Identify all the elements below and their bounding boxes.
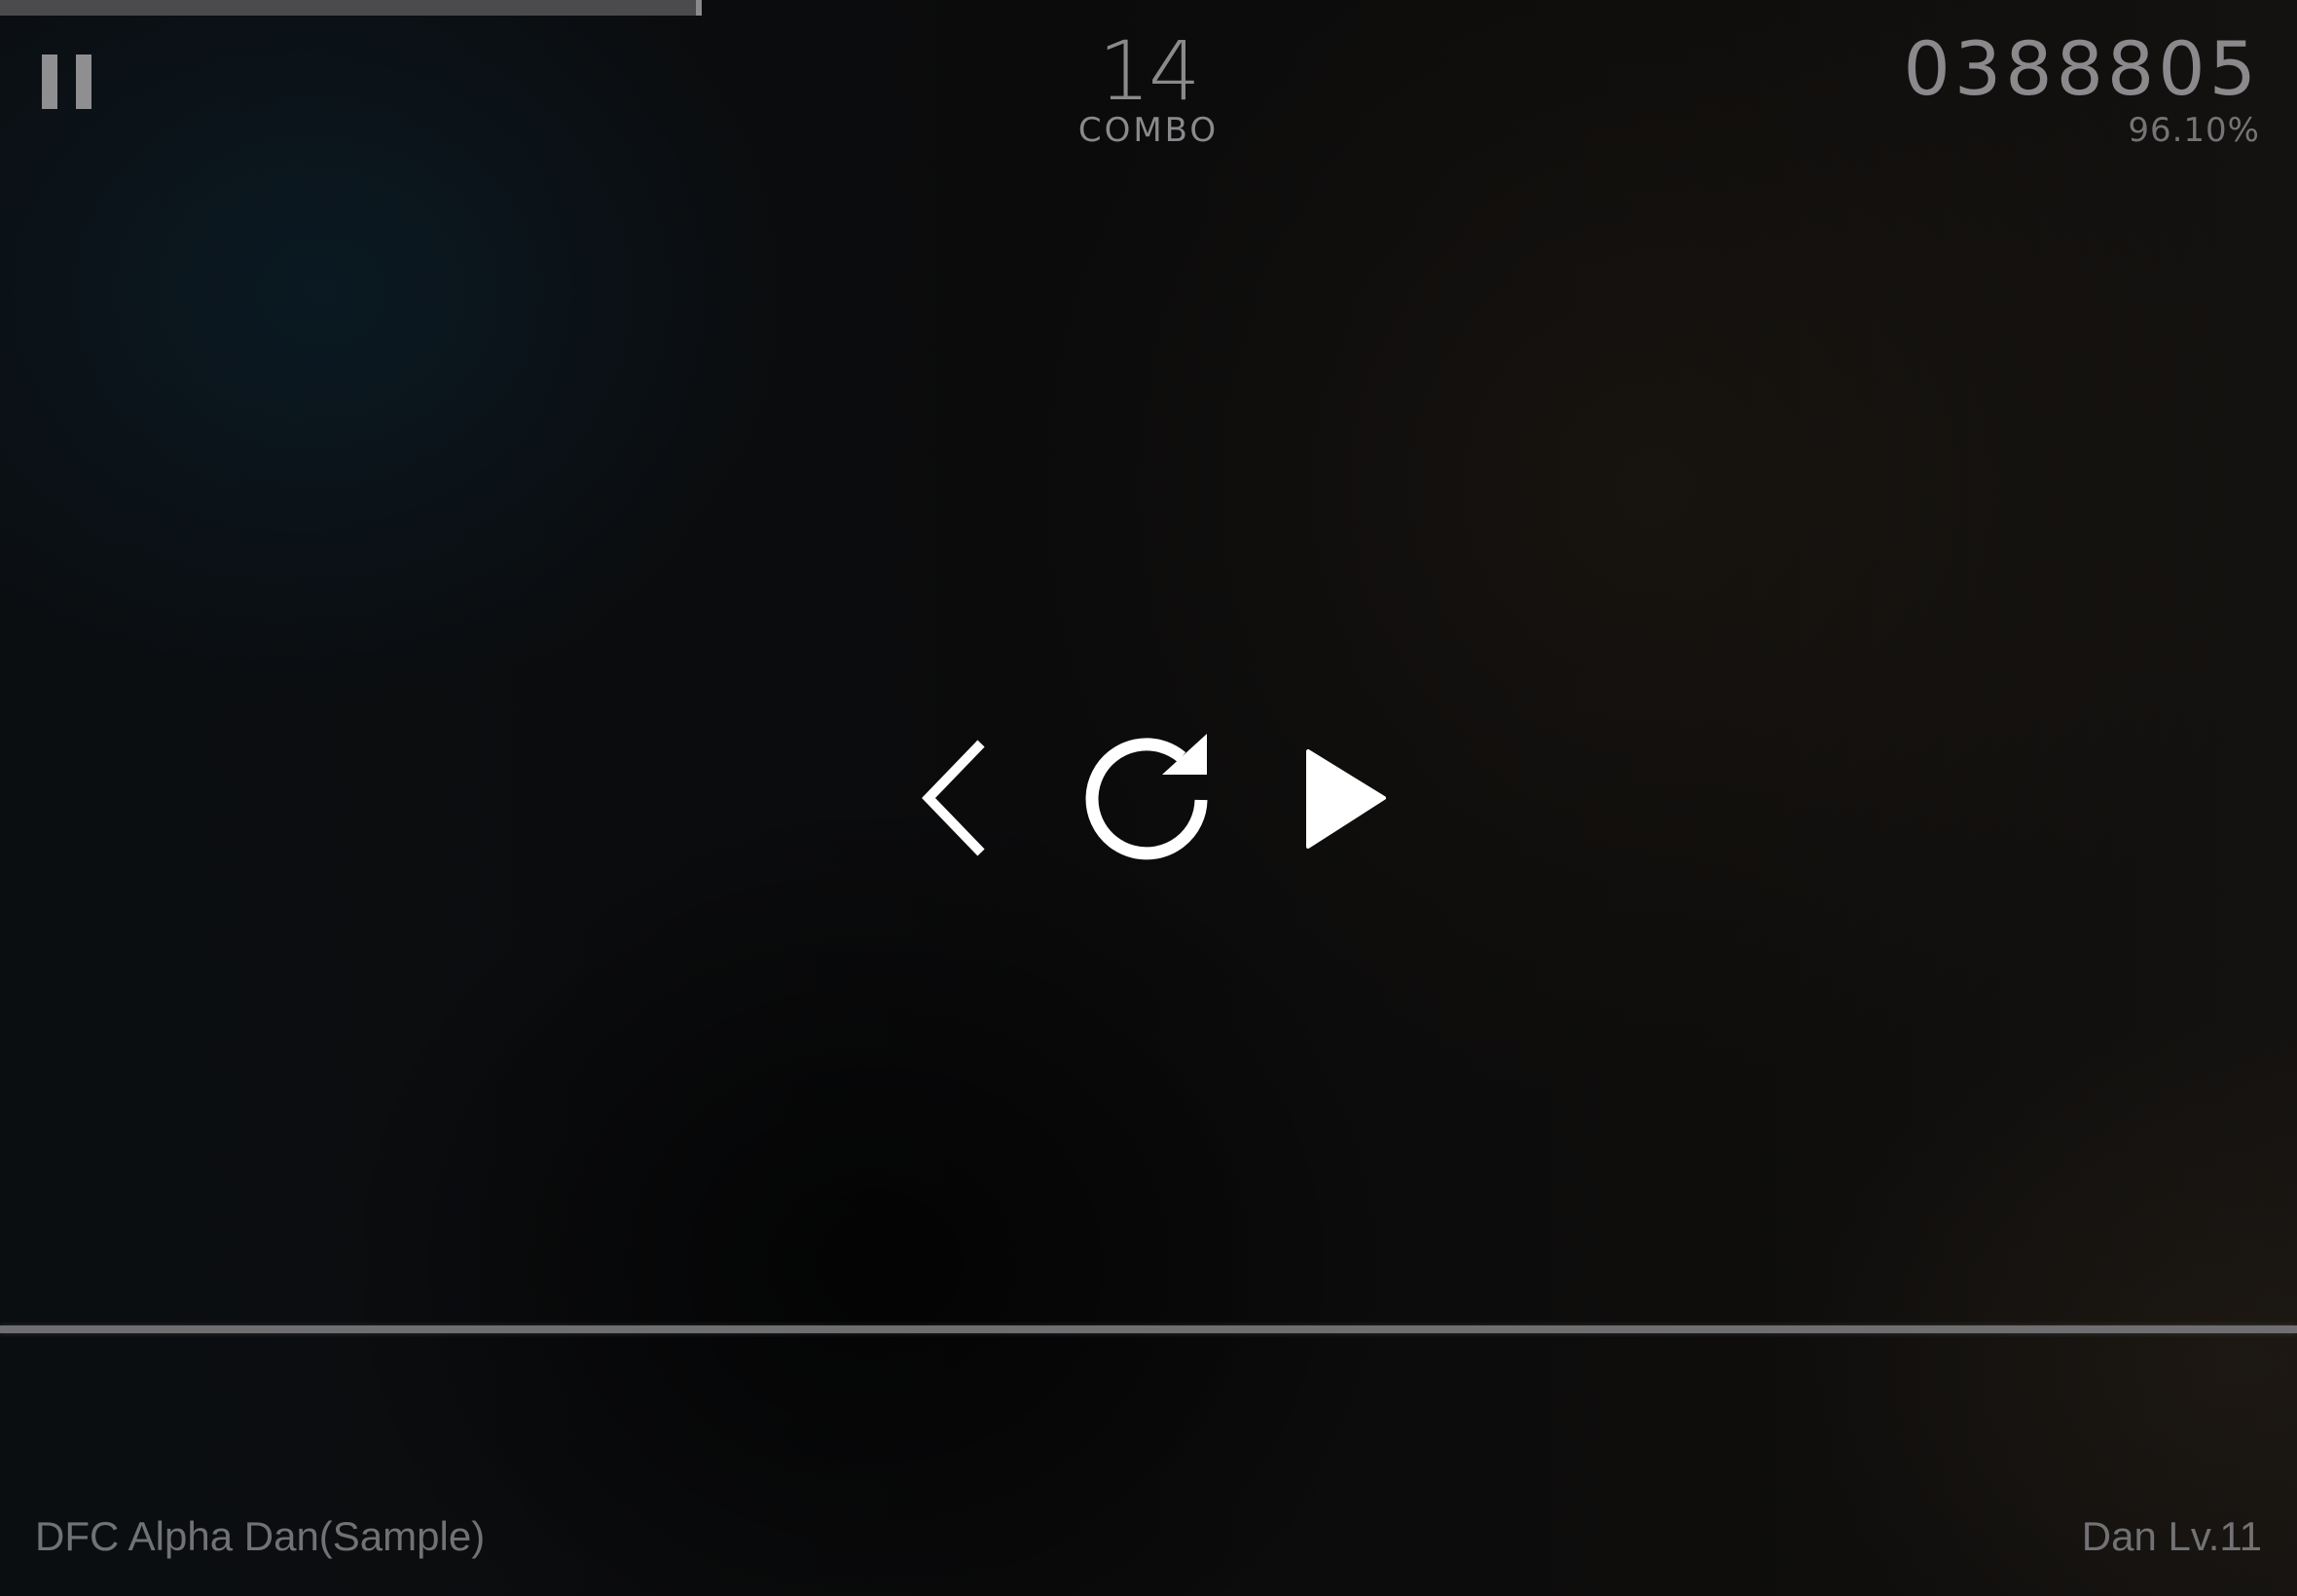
judgment-line (0, 1325, 2297, 1333)
accuracy-display: 96.10% (2128, 111, 2260, 150)
combo-label: COMBO (1077, 111, 1220, 150)
game-screen: 14 COMBO 0388805 96.10% DFC Alpha Dan(Sa… (0, 0, 2297, 1596)
pause-button[interactable] (39, 51, 97, 115)
song-progress-bar (0, 0, 2297, 16)
difficulty-label: Dan Lv.11 (2081, 1513, 2262, 1559)
play-icon (1306, 749, 1386, 849)
pause-menu-controls (905, 730, 1392, 866)
score-display: 0388805 (1903, 25, 2260, 112)
combo-counter: 14 COMBO (1003, 27, 1294, 150)
restart-icon (1085, 734, 1208, 860)
combo-count: 14 (1098, 23, 1201, 119)
resume-button[interactable] (1294, 730, 1392, 866)
chevron-left-icon (922, 740, 985, 856)
restart-button[interactable] (1080, 730, 1217, 866)
back-button[interactable] (905, 730, 993, 866)
pause-icon-bar-left (42, 54, 57, 109)
song-title: DFC Alpha Dan(Sample) (35, 1513, 486, 1559)
pause-icon-bar-right (76, 54, 91, 109)
song-progress-fill (0, 0, 703, 16)
